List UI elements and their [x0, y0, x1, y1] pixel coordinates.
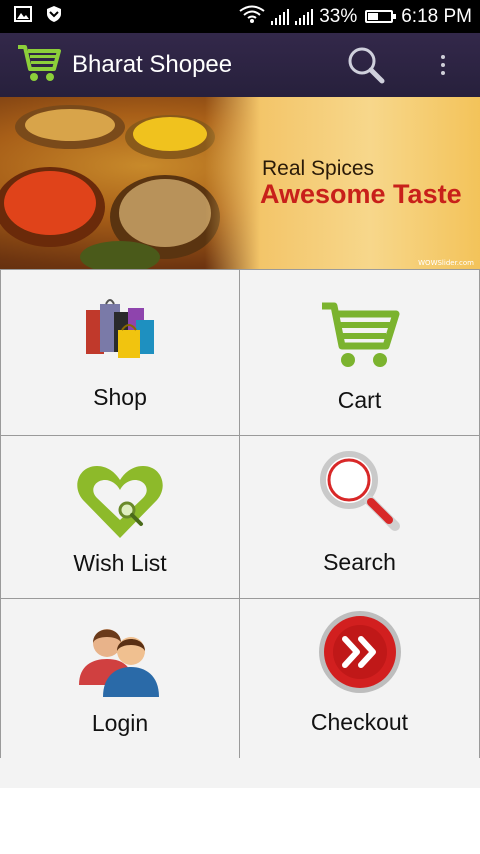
checkout-label: Checkout [310, 709, 409, 735]
menu-tile-search[interactable]: Search [240, 436, 480, 599]
app-bar: Bharat Shopee [0, 33, 480, 97]
search-label: Search [323, 549, 396, 575]
signal-icon [271, 8, 290, 25]
menu-tile-checkout[interactable]: Checkout [240, 599, 480, 759]
menu-tile-shop[interactable]: Shop [0, 270, 240, 436]
cart-label: Cart [337, 387, 382, 413]
battery-icon [365, 10, 397, 23]
shield-icon [46, 5, 62, 28]
overflow-menu-icon[interactable] [430, 47, 456, 83]
menu-tile-login[interactable]: Login [0, 599, 240, 759]
banner-tagline: Awesome Taste [260, 179, 462, 209]
shopping-bags-icon [78, 296, 162, 367]
battery-percent: 33% [319, 5, 358, 27]
shop-label: Shop [93, 384, 147, 410]
login-label: Login [91, 710, 149, 736]
app-title: Bharat Shopee [72, 51, 233, 78]
cart-icon [318, 300, 402, 375]
clock: 6:18 PM [401, 5, 472, 27]
menu-tile-cart[interactable]: Cart [240, 270, 480, 436]
banner-headline: Real Spices [262, 157, 375, 180]
menu-grid: Shop Cart Wish List Search Login Checkou… [0, 269, 480, 759]
bottom-padding [0, 758, 480, 788]
promo-banner[interactable]: Real Spices Awesome Taste WOWSlider.com [0, 97, 480, 269]
search-icon[interactable] [344, 43, 388, 87]
banner-watermark: WOWSlider.com [418, 259, 474, 267]
signal-icon [295, 8, 314, 25]
wishlist-label: Wish List [73, 550, 167, 576]
status-bar: 33% 6:18 PM [0, 0, 480, 33]
heart-icon [75, 462, 165, 547]
cart-logo-icon[interactable] [16, 43, 62, 88]
checkout-arrow-icon [317, 609, 403, 700]
users-icon [75, 621, 165, 706]
image-icon [14, 6, 32, 27]
wifi-icon [239, 5, 265, 29]
magnifier-icon [315, 446, 405, 537]
menu-tile-wishlist[interactable]: Wish List [0, 436, 240, 599]
